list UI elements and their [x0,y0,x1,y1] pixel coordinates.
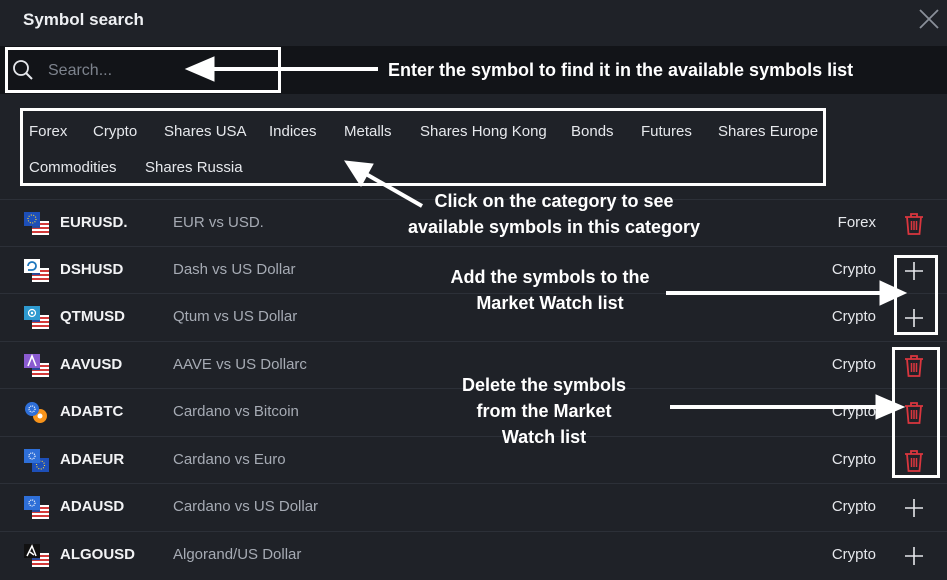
plus-icon[interactable] [901,543,927,569]
delete-highlight-box [892,347,940,478]
add-annotation-line2: Market Watch list [476,293,624,313]
ada-us-flag-icon [24,496,49,519]
symbol-category: Forex [837,214,876,231]
ada-eu-flag-icon [24,449,49,472]
symbol-description: Cardano vs Euro [173,451,286,468]
symbol-ticker: EURUSD. [60,214,128,231]
symbol-description: Algorand/US Dollar [173,546,302,563]
symbol-ticker: QTMUSD [60,308,125,325]
categories-highlight-box [20,108,826,186]
symbol-ticker: ADABTC [60,403,124,420]
dash-us-flag-icon [24,259,49,282]
symbol-category: Crypto [831,356,876,373]
symbol-description: Cardano vs US Dollar [173,498,319,515]
symbol-ticker: ADAEUR [60,451,125,468]
delete-annotation-line1: Delete the symbols [461,375,627,395]
symbol-description: EUR vs USD. [173,214,264,231]
symbol-category: Crypto [831,403,876,420]
search-annotation: Enter the symbol to find it in the avail… [388,60,854,80]
aave-us-flag-icon [24,354,49,377]
ada-btc-flag-icon [25,402,47,423]
symbol-description: AAVE vs US Dollarc [173,356,307,373]
symbol-ticker: ADAUSD [60,498,125,515]
delete-annotation-line3: Watch list [501,427,587,447]
categories-annotation-line1: Click on the category to see [434,191,674,211]
symbol-ticker: AAVUSD [60,356,123,373]
symbol-row[interactable]: ALGOUSD Algorand/US Dollar Crypto [0,531,947,579]
symbol-category: Crypto [831,451,876,468]
trash-icon[interactable] [901,211,927,237]
eu-us-flag-icon [24,212,49,235]
add-annotation-line1: Add the symbols to the [450,267,650,287]
symbol-description: Qtum vs US Dollar [173,308,298,325]
symbol-row[interactable]: ADAUSD Cardano vs US Dollar Crypto [0,483,947,531]
symbol-category: Crypto [831,308,876,325]
symbol-category: Crypto [831,261,876,278]
algo-us-flag-icon [24,544,49,567]
plus-icon[interactable] [901,495,927,521]
symbol-ticker: DSHUSD [60,261,124,278]
title-bar: Symbol search [0,0,947,40]
symbol-category: Crypto [831,498,876,515]
symbol-description: Dash vs US Dollar [173,261,296,278]
add-highlight-box [894,255,938,335]
symbol-category: Crypto [831,546,876,563]
symbol-ticker: ALGOUSD [60,546,135,563]
search-highlight-box [5,47,281,93]
qtum-us-flag-icon [24,306,49,329]
window-title: Symbol search [23,10,144,29]
close-icon[interactable] [918,8,940,30]
delete-annotation-line2: from the Market [476,401,612,421]
symbol-description: Cardano vs Bitcoin [173,403,299,420]
categories-annotation-line2: available symbols in this category [407,217,701,237]
